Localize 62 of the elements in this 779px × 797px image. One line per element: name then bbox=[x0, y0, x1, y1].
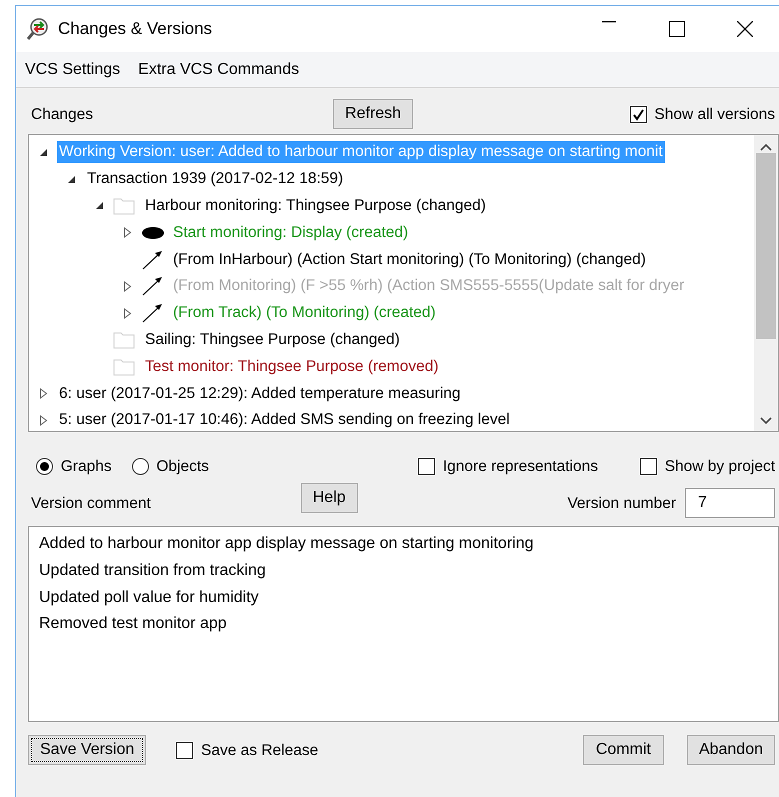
close-icon[interactable] bbox=[737, 21, 753, 37]
arrow-icon bbox=[141, 248, 165, 271]
maximize-icon[interactable] bbox=[669, 21, 685, 37]
comment-line: Updated poll value for humidity bbox=[39, 588, 259, 608]
radio-button[interactable] bbox=[36, 458, 53, 476]
scroll-up-icon[interactable] bbox=[760, 143, 772, 151]
save-version-button[interactable]: Save Version bbox=[28, 735, 146, 766]
minimize-icon[interactable] bbox=[602, 21, 616, 23]
checkbox[interactable] bbox=[176, 742, 194, 759]
comment-line: Updated transition from tracking bbox=[39, 560, 266, 581]
help-button[interactable]: Help bbox=[300, 483, 358, 514]
commit-button[interactable]: Commit bbox=[582, 735, 664, 766]
checkbox[interactable] bbox=[418, 458, 436, 476]
checkbox-label[interactable]: Ignore representations bbox=[442, 455, 598, 478]
window-title: Changes & Versions bbox=[58, 18, 212, 40]
collapse-icon[interactable] bbox=[39, 148, 48, 157]
scroll-down-icon[interactable] bbox=[760, 417, 772, 425]
node-icon bbox=[141, 226, 165, 240]
tree-item[interactable]: Start monitoring: Display (created) bbox=[171, 222, 410, 244]
checkbox[interactable] bbox=[640, 458, 657, 476]
check-icon bbox=[630, 106, 646, 122]
scrollbar[interactable] bbox=[754, 135, 778, 431]
tree-item[interactable]: (From Track) (To Monitoring) (created) bbox=[171, 302, 438, 324]
menu-item[interactable]: Extra VCS Commands bbox=[138, 58, 300, 82]
tree-item[interactable]: 6: user (2017-01-25 12:29): Added temperature measuring bbox=[57, 382, 463, 405]
arrow-icon bbox=[141, 275, 165, 298]
checkbox-label[interactable]: Save as Release bbox=[201, 738, 318, 762]
collapse-icon[interactable] bbox=[95, 201, 104, 210]
refresh-button[interactable]: Refresh bbox=[333, 99, 414, 129]
checkbox[interactable] bbox=[630, 106, 647, 123]
scrollbar-thumb[interactable] bbox=[756, 153, 776, 339]
field-label: Version number bbox=[567, 494, 676, 514]
folder-icon bbox=[113, 330, 135, 350]
arrow-icon bbox=[141, 302, 165, 324]
radio-button[interactable] bbox=[132, 458, 149, 476]
expand-icon[interactable] bbox=[39, 388, 48, 400]
expand-icon[interactable] bbox=[123, 227, 132, 238]
expand-icon[interactable] bbox=[123, 280, 132, 292]
abandon-button[interactable]: Abandon bbox=[686, 735, 775, 766]
collapse-icon[interactable] bbox=[67, 174, 76, 184]
section-label: Changes bbox=[31, 104, 94, 125]
expand-icon[interactable] bbox=[39, 414, 48, 426]
folder-icon bbox=[113, 196, 135, 216]
comment-field[interactable]: Added to harbour monitor app display message on starting monitoring Updated transition from tracking Updated poll value for humidity Removed test monitor app bbox=[28, 526, 779, 722]
comment-line: Removed test monitor app bbox=[39, 614, 227, 634]
version-number-field[interactable]: 7 bbox=[685, 488, 775, 518]
folder-icon bbox=[113, 357, 135, 376]
menu-item[interactable]: VCS Settings bbox=[25, 58, 120, 82]
checkbox-label[interactable]: Show by project bbox=[664, 455, 775, 478]
expand-icon[interactable] bbox=[123, 308, 132, 319]
radio-label[interactable]: Graphs bbox=[60, 455, 112, 478]
radio-label[interactable]: Objects bbox=[156, 455, 209, 478]
tree-item[interactable]: (From InHarbour) (Action Start monitoring) (To Monitoring) (changed) bbox=[171, 248, 648, 271]
field-label: Version comment bbox=[31, 494, 151, 514]
tree-item[interactable]: Test monitor: Thingsee Purpose (removed) bbox=[143, 356, 440, 378]
tree-item[interactable]: 5: user (2017-01-17 10:46): Added SMS sending on freezing level bbox=[57, 409, 512, 431]
tree-item[interactable]: Transaction 1939 (2017-02-12 18:59) bbox=[85, 168, 346, 190]
app-icon bbox=[26, 17, 50, 41]
comment-line: Added to harbour monitor app display message on starting monitoring bbox=[39, 534, 534, 554]
tree-item[interactable]: Sailing: Thingsee Purpose (changed) bbox=[143, 328, 402, 351]
tree-item[interactable]: Harbour monitoring: Thingsee Purpose (changed) bbox=[143, 194, 488, 217]
checkbox-label[interactable]: Show all versions bbox=[654, 102, 775, 126]
